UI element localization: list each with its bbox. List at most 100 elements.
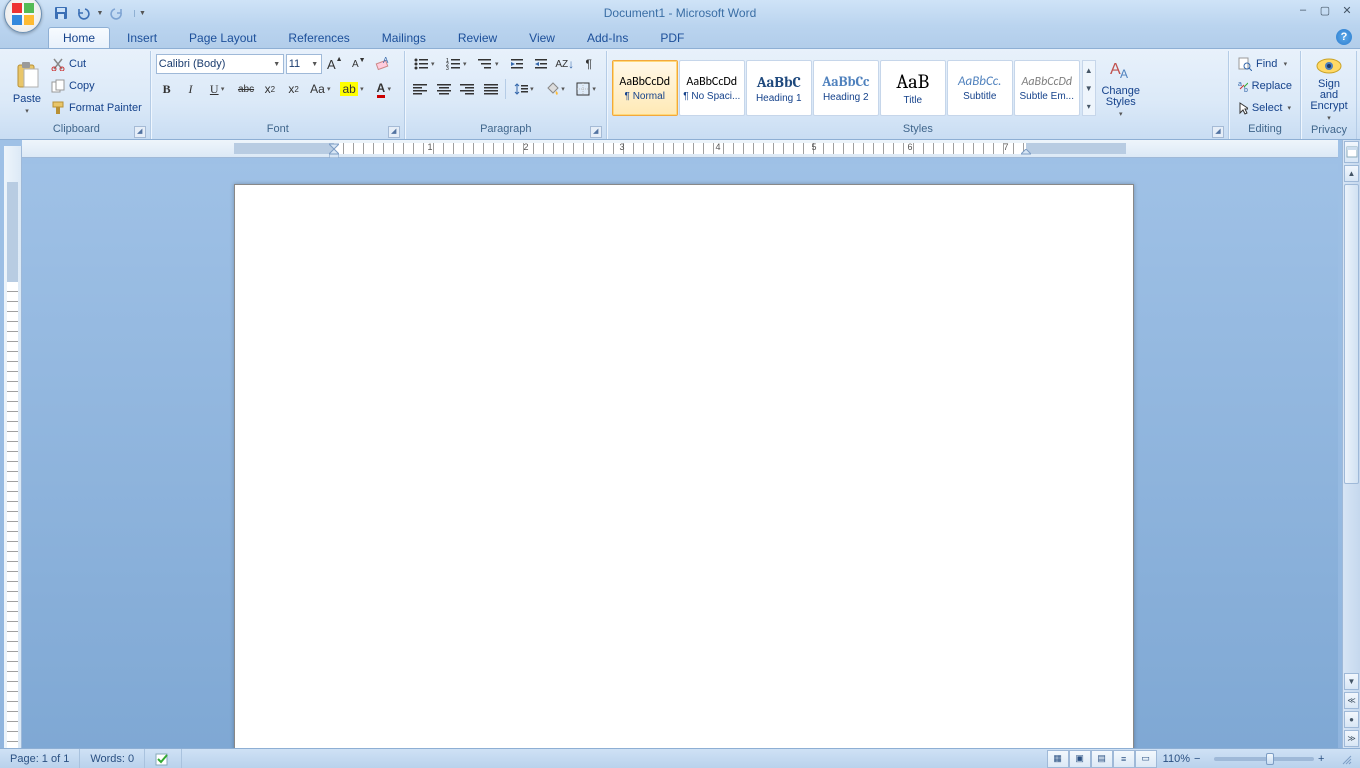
view-buttons: ▦ ▣ ▤ ≡ ▭ <box>1047 750 1157 768</box>
tab-references[interactable]: References <box>273 27 364 48</box>
bullets-button[interactable]: ▾ <box>410 53 440 75</box>
tab-mailings[interactable]: Mailings <box>367 27 441 48</box>
style--normal[interactable]: AaBbCcDd¶ Normal <box>612 60 678 116</box>
align-center-button[interactable] <box>433 78 454 100</box>
styles-group-label: Styles <box>903 123 933 135</box>
sign-encrypt-button[interactable]: Sign and Encrypt▾ <box>1306 53 1352 124</box>
browse-object-button[interactable]: ● <box>1344 711 1359 728</box>
paragraph-group-label: Paragraph <box>480 123 531 135</box>
style-heading-2[interactable]: AaBbCcHeading 2 <box>813 60 879 116</box>
word-count-status[interactable]: Words: 0 <box>80 749 145 768</box>
zoom-in-button[interactable]: + <box>1318 753 1334 765</box>
vertical-ruler[interactable] <box>4 146 22 748</box>
tab-add-ins[interactable]: Add-Ins <box>572 27 643 48</box>
scroll-up-button[interactable]: ▲ <box>1344 165 1359 182</box>
font-launcher[interactable]: ◢ <box>388 126 400 138</box>
tab-home[interactable]: Home <box>48 27 110 48</box>
zoom-thumb[interactable] <box>1266 753 1274 765</box>
font-size-select[interactable]: 11▼ <box>286 54 322 74</box>
indent-marker-icon[interactable] <box>329 140 339 158</box>
horizontal-ruler[interactable]: 1234567 <box>22 140 1338 158</box>
align-right-button[interactable] <box>457 78 478 100</box>
change-styles-button[interactable]: AA Change Styles▾ <box>1098 56 1144 120</box>
align-left-button[interactable] <box>410 78 431 100</box>
minimize-button[interactable]: – <box>1296 4 1310 16</box>
justify-button[interactable] <box>480 78 501 100</box>
subscript-button[interactable]: x2 <box>259 78 281 100</box>
restore-button[interactable]: ▢ <box>1318 4 1332 16</box>
outline-view[interactable]: ≡ <box>1113 750 1135 768</box>
show-hide-button[interactable]: ¶ <box>578 53 600 75</box>
copy-button[interactable]: Copy <box>47 75 146 97</box>
full-screen-view[interactable]: ▣ <box>1069 750 1091 768</box>
ruler-toggle-button[interactable] <box>1344 141 1359 163</box>
sort-button[interactable]: AZ↓ <box>554 53 576 75</box>
grow-font-button[interactable]: A▲ <box>324 53 346 75</box>
zoom-out-button[interactable]: − <box>1194 753 1210 765</box>
resize-grip[interactable] <box>1340 753 1358 765</box>
page[interactable] <box>234 184 1134 748</box>
shrink-font-button[interactable]: A▼ <box>348 53 370 75</box>
strikethrough-button[interactable]: abc <box>235 78 257 100</box>
proofing-status[interactable] <box>145 749 182 768</box>
zoom-slider[interactable] <box>1214 757 1314 761</box>
font-color-button[interactable]: A▾ <box>370 78 400 100</box>
paragraph-launcher[interactable]: ◢ <box>590 126 602 138</box>
increase-indent-button[interactable] <box>530 53 552 75</box>
qat-undo-dropdown[interactable]: ▼ <box>96 10 104 17</box>
qat-save-button[interactable] <box>52 4 70 22</box>
scroll-down-button[interactable]: ▼ <box>1344 673 1359 690</box>
italic-button[interactable]: I <box>180 78 202 100</box>
tab-insert[interactable]: Insert <box>112 27 172 48</box>
page-status[interactable]: Page: 1 of 1 <box>0 749 80 768</box>
right-indent-marker-icon[interactable] <box>1021 149 1031 158</box>
qat-undo-button[interactable] <box>74 4 92 22</box>
qat-redo-button[interactable] <box>108 4 126 22</box>
find-button[interactable]: Find▾ <box>1234 53 1296 75</box>
style-subtle-em-[interactable]: AaBbCcDdSubtle Em... <box>1014 60 1080 116</box>
clipboard-launcher[interactable]: ◢ <box>134 126 146 138</box>
clear-formatting-button[interactable]: A <box>372 53 394 75</box>
print-layout-view[interactable]: ▦ <box>1047 750 1069 768</box>
group-privacy: Sign and Encrypt▾ Privacy <box>1301 51 1357 139</box>
borders-button[interactable]: ▾ <box>573 78 602 100</box>
style--no-spaci-[interactable]: AaBbCcDd¶ No Spaci... <box>679 60 745 116</box>
format-painter-button[interactable]: Format Painter <box>47 97 146 119</box>
draft-view[interactable]: ▭ <box>1135 750 1157 768</box>
group-clipboard: Paste ▾ Cut Copy Format Painter Clipboar… <box>3 51 151 139</box>
style-subtitle[interactable]: AaBbCc.Subtitle <box>947 60 1013 116</box>
help-button[interactable]: ? <box>1336 29 1352 45</box>
highlight-button[interactable]: ab▾ <box>338 78 368 100</box>
paste-button[interactable]: Paste ▾ <box>7 53 47 123</box>
bold-button[interactable]: B <box>156 78 178 100</box>
change-case-button[interactable]: Aa▾ <box>307 78 337 100</box>
tab-pdf[interactable]: PDF <box>645 27 699 48</box>
tab-view[interactable]: View <box>514 27 570 48</box>
next-page-button[interactable]: ≫ <box>1344 730 1359 747</box>
style-heading-1[interactable]: AaBbCHeading 1 <box>746 60 812 116</box>
multilevel-list-button[interactable]: ▾ <box>474 53 504 75</box>
prev-page-button[interactable]: ≪ <box>1344 692 1359 709</box>
tab-page-layout[interactable]: Page Layout <box>174 27 271 48</box>
close-button[interactable]: ✕ <box>1340 4 1354 16</box>
tab-review[interactable]: Review <box>443 27 512 48</box>
qat-customize-dropdown[interactable]: ▼ <box>134 10 142 17</box>
styles-gallery-more[interactable]: ▲▼▾ <box>1082 60 1096 116</box>
style-title[interactable]: AaBTitle <box>880 60 946 116</box>
web-layout-view[interactable]: ▤ <box>1091 750 1113 768</box>
line-spacing-button[interactable]: ▾ <box>510 78 539 100</box>
zoom-level[interactable]: 110% <box>1163 753 1190 765</box>
cut-button[interactable]: Cut <box>47 53 146 75</box>
select-button[interactable]: Select▾ <box>1234 97 1296 119</box>
replace-button[interactable]: abReplace <box>1234 75 1296 97</box>
styles-launcher[interactable]: ◢ <box>1212 126 1224 138</box>
font-family-select[interactable]: Calibri (Body)▼ <box>156 54 284 74</box>
vertical-scrollbar[interactable]: ▲ ▼ ≪ ● ≫ <box>1342 140 1360 748</box>
font-family-value: Calibri (Body) <box>159 58 226 70</box>
decrease-indent-button[interactable] <box>506 53 528 75</box>
shading-button[interactable]: ▾ <box>541 78 570 100</box>
scroll-thumb[interactable] <box>1344 184 1359 484</box>
superscript-button[interactable]: x2 <box>283 78 305 100</box>
numbering-button[interactable]: 123▾ <box>442 53 472 75</box>
underline-button[interactable]: U▾ <box>203 78 233 100</box>
